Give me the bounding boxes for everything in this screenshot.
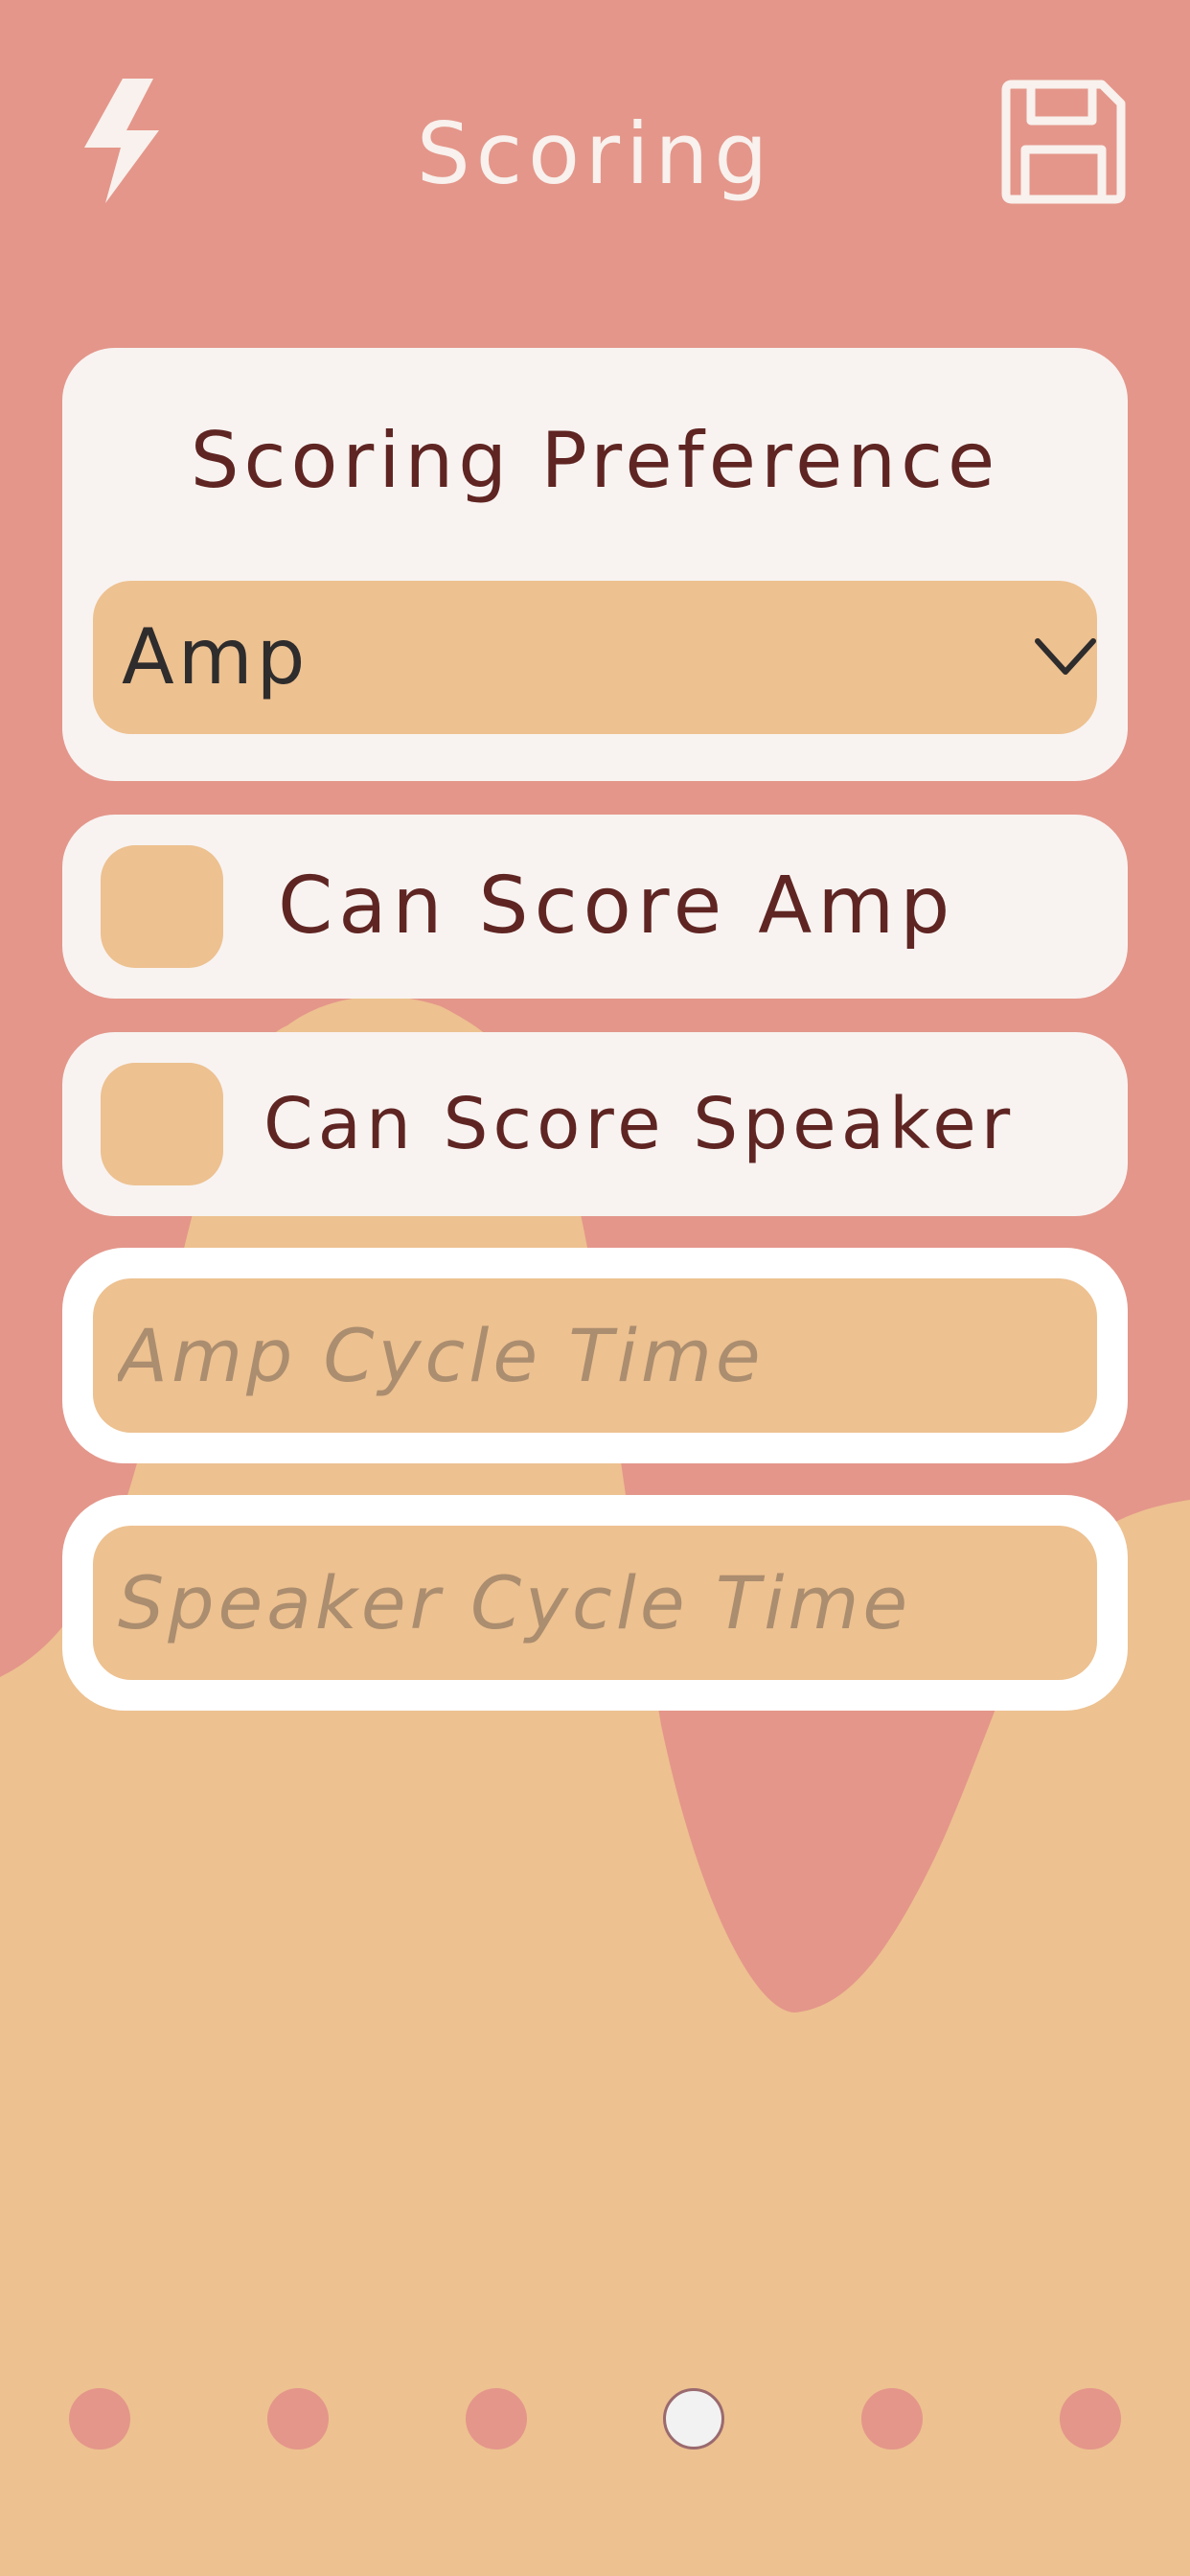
header: Scoring <box>0 0 1190 316</box>
scoring-preference-card: Scoring Preference Amp <box>62 348 1128 781</box>
can-score-speaker-checkbox[interactable] <box>101 1063 223 1185</box>
flash-button[interactable] <box>67 69 182 213</box>
lightning-icon <box>84 79 159 203</box>
can-score-speaker-row: Can Score Speaker <box>62 1032 1128 1216</box>
can-score-amp-checkbox[interactable] <box>101 845 223 968</box>
amp-cycle-time-input[interactable] <box>93 1278 1097 1433</box>
chevron-down-icon <box>1035 638 1096 675</box>
page-dot[interactable] <box>861 2388 924 2450</box>
save-icon <box>1001 80 1126 204</box>
scoring-preference-value: Amp <box>122 612 309 702</box>
amp-cycle-time-card <box>62 1248 1128 1463</box>
page-dot-active[interactable] <box>663 2388 725 2450</box>
page-title: Scoring <box>416 104 774 203</box>
page-dot[interactable] <box>69 2388 130 2450</box>
speaker-cycle-time-card <box>62 1495 1128 1711</box>
speaker-cycle-time-input[interactable] <box>93 1526 1097 1680</box>
page-dot[interactable] <box>465 2388 527 2450</box>
page-indicator <box>0 2386 1190 2451</box>
can-score-speaker-label: Can Score Speaker <box>263 1083 1016 1165</box>
page-dot[interactable] <box>266 2388 329 2450</box>
page-dot[interactable] <box>1060 2388 1121 2450</box>
scoring-preference-select[interactable]: Amp <box>93 581 1097 734</box>
can-score-amp-row: Can Score Amp <box>62 815 1128 999</box>
scoring-preference-title: Scoring Preference <box>190 416 1000 505</box>
can-score-amp-label: Can Score Amp <box>278 861 956 952</box>
save-button[interactable] <box>996 75 1131 209</box>
